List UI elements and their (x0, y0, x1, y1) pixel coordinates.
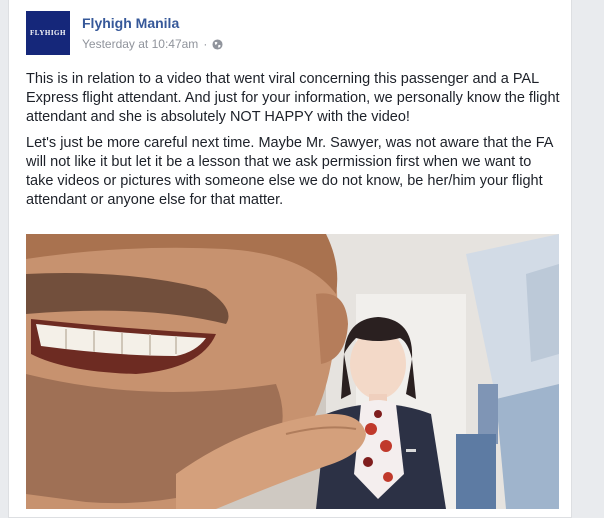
post-paragraph: Let's just be more careful next time. Ma… (26, 135, 553, 208)
globe-icon[interactable] (212, 38, 223, 50)
post-meta: Yesterday at 10:47am · (82, 37, 223, 51)
post-body: This is in relation to a video that went… (26, 70, 561, 217)
post-paragraph: This is in relation to a video that went… (26, 71, 560, 125)
avatar-logo-text: FLYHIGH (30, 29, 66, 37)
post-card: FLYHIGH Flyhigh Manila Yesterday at 10:4… (8, 0, 572, 518)
photo-illustration (26, 234, 559, 509)
post-photo[interactable] (26, 234, 559, 509)
post-header: FLYHIGH Flyhigh Manila Yesterday at 10:4… (26, 11, 546, 57)
page-name-link[interactable]: Flyhigh Manila (82, 15, 179, 31)
page-avatar[interactable]: FLYHIGH (26, 11, 70, 55)
meta-separator: · (203, 37, 208, 51)
post-timestamp[interactable]: Yesterday at 10:47am (82, 37, 198, 51)
